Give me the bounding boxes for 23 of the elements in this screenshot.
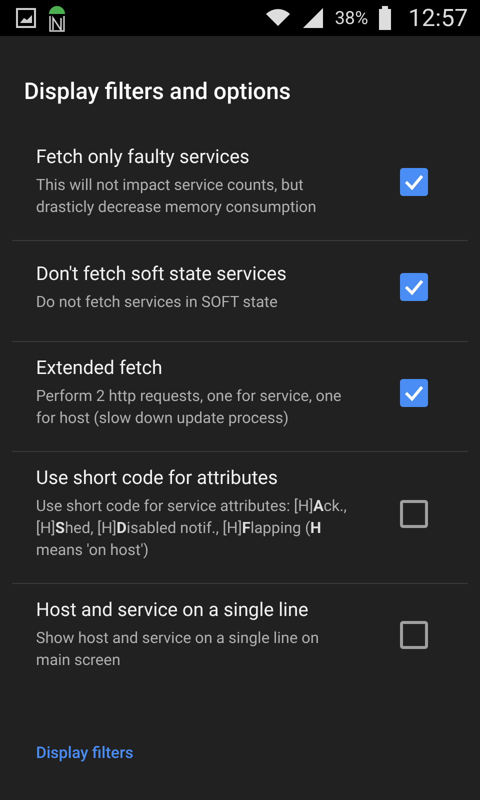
clock: 12:57	[408, 4, 468, 32]
battery-percent: 38%	[334, 8, 368, 28]
picture-icon	[16, 8, 36, 28]
option-title: Extended fetch	[36, 356, 162, 379]
option-summary: Show host and service on a single line on main screen	[36, 628, 320, 671]
checkbox[interactable]	[400, 378, 428, 406]
checkbox[interactable]	[400, 168, 428, 196]
checkbox[interactable]	[400, 273, 428, 301]
option-title: Fetch only faulty services	[36, 145, 250, 168]
battery-icon	[378, 6, 392, 30]
android-icon	[46, 4, 68, 32]
screen-title: Display filters and options	[23, 77, 292, 107]
option-summary: Use short code for service attributes: [H]Ack., [H]Shed, [H]Disabled notif., [H]Flapping (H means 'on host')	[36, 496, 348, 561]
checkbox[interactable]	[400, 620, 428, 648]
section-header: Display filters	[36, 743, 134, 762]
signal-icon	[300, 6, 325, 30]
option-summary: This will not impact service counts, but drasticly decrease memory consumption	[36, 175, 318, 218]
option-title: Don't fetch soft state services	[36, 262, 287, 284]
option-title: Use short code for attributes	[36, 466, 278, 489]
option-summary: Perform 2 http requests, one for service, one for host (slow down update process)	[36, 386, 342, 429]
checkbox[interactable]	[400, 500, 428, 528]
option-title: Host and service on a single line	[36, 598, 308, 621]
option-summary: Do not fetch services in SOFT state	[36, 292, 279, 312]
